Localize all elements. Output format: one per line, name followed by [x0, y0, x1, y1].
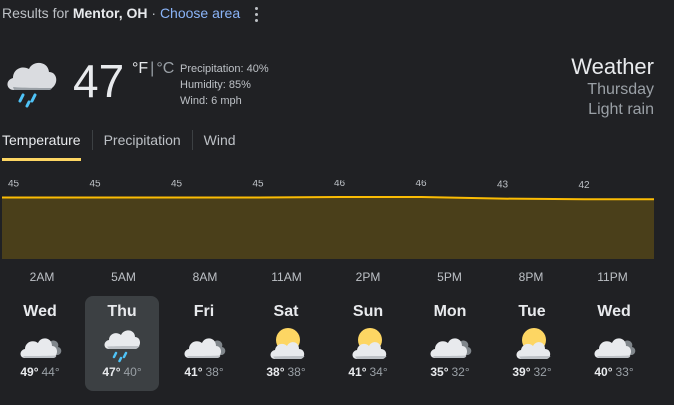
day-temps: 40° 33°	[577, 365, 651, 379]
sun-behind-cloud-icon	[346, 325, 390, 363]
low-temp: 34°	[369, 365, 388, 379]
results-prefix: Results for	[2, 5, 69, 21]
tab-wind[interactable]: Wind	[204, 130, 236, 158]
day-temps: 35° 32°	[413, 365, 487, 379]
low-temp: 32°	[533, 365, 552, 379]
day-name: Sat	[273, 303, 299, 320]
temperature-value-label: 46	[416, 180, 428, 189]
low-temp: 32°	[451, 365, 470, 379]
day-temps: 47° 40°	[85, 365, 159, 379]
day-card[interactable]: Sat 38° 38°	[249, 296, 323, 391]
partly-cloudy-icon	[592, 325, 636, 363]
day-name: Mon	[433, 303, 467, 320]
results-for-line: Results for Mentor, OH · Choose area	[2, 5, 240, 21]
tab-divider	[91, 130, 93, 150]
unit-toggle: °F | °C	[132, 60, 174, 78]
temperature-value-label: 45	[90, 180, 102, 190]
day-card[interactable]: Wed 40° 33°	[577, 296, 651, 391]
low-temp: 40°	[123, 365, 142, 379]
temperature-value-label: 45	[171, 180, 183, 190]
day-temps: 39° 32°	[495, 365, 569, 379]
sun-behind-cloud-icon	[264, 325, 308, 363]
separator-dot: ·	[151, 5, 157, 21]
day-name: Thu	[107, 303, 137, 320]
day-name: Fri	[193, 303, 215, 320]
current-temperature: 47	[73, 55, 125, 107]
temperature-area	[2, 197, 654, 259]
choose-area-link[interactable]: Choose area	[160, 5, 240, 21]
rain-cloud-icon	[100, 325, 144, 363]
wind-text: Wind: 6 mph	[180, 95, 242, 107]
high-temp: 40°	[594, 365, 613, 379]
high-temp: 49°	[20, 365, 39, 379]
tab-divider	[191, 130, 193, 150]
low-temp: 33°	[615, 365, 634, 379]
day-temps: 38° 38°	[249, 365, 323, 379]
sun-behind-cloud-icon	[510, 325, 554, 363]
tab-precipitation[interactable]: Precipitation	[104, 130, 181, 158]
rain-cloud-icon	[7, 62, 57, 108]
high-temp: 41°	[184, 365, 203, 379]
day-temps: 41° 38°	[167, 365, 241, 379]
partly-cloudy-icon	[182, 325, 226, 363]
fahrenheit-button[interactable]: °F	[132, 60, 148, 77]
hourly-temperature-chart: 45 2AM 45 5AM 45 8AM 45 11AM 46 2PM 46 5PM 43 8PM 42 11…	[2, 180, 654, 284]
day-card[interactable]: Tue 39° 32°	[495, 296, 569, 391]
precipitation-text: Precipitation: 40%	[180, 63, 269, 75]
current-details: Precipitation: 40% Humidity: 85% Wind: 6…	[180, 61, 269, 109]
forecast-tabs: Temperature Precipitation Wind	[2, 130, 236, 161]
day-name: Wed	[597, 303, 631, 320]
weather-title: Weather	[571, 54, 654, 79]
high-temp: 41°	[348, 365, 367, 379]
day-card[interactable]: Fri 41° 38°	[167, 296, 241, 391]
temperature-value-label: 43	[497, 180, 509, 191]
day-name: Wed	[23, 303, 57, 320]
high-temp: 35°	[430, 365, 449, 379]
more-options-icon[interactable]	[248, 3, 264, 25]
high-temp: 39°	[512, 365, 531, 379]
day-temps: 41° 34°	[331, 365, 405, 379]
celsius-button[interactable]: °C	[156, 60, 174, 77]
tab-temperature[interactable]: Temperature	[2, 130, 81, 161]
hour-label: 8AM	[193, 270, 218, 284]
hour-label: 5PM	[437, 270, 462, 284]
weather-summary: Weather Thursday Light rain	[571, 54, 654, 120]
day-card[interactable]: Sun 41° 34°	[331, 296, 405, 391]
unit-separator: |	[150, 60, 155, 77]
day-temps: 49° 44°	[3, 365, 77, 379]
high-temp: 47°	[102, 365, 121, 379]
temperature-value-label: 45	[253, 180, 265, 190]
humidity-text: Humidity: 85%	[180, 79, 251, 91]
temperature-value-label: 42	[579, 180, 591, 191]
weather-day: Thursday	[587, 81, 654, 98]
location-name: Mentor, OH	[72, 5, 148, 21]
hour-label: 2AM	[30, 270, 55, 284]
hour-label: 2PM	[356, 270, 381, 284]
day-name: Sun	[352, 303, 384, 320]
hour-label: 11AM	[271, 270, 301, 284]
temperature-value-label: 45	[8, 180, 20, 190]
day-card[interactable]: Wed 49° 44°	[3, 296, 77, 391]
partly-cloudy-icon	[428, 325, 472, 363]
high-temp: 38°	[266, 365, 285, 379]
day-card[interactable]: Mon 35° 32°	[413, 296, 487, 391]
day-name: Tue	[518, 303, 546, 320]
hour-label: 8PM	[519, 270, 544, 284]
day-card-selected[interactable]: Thu 47° 40°	[85, 296, 159, 391]
partly-cloudy-icon	[18, 325, 62, 363]
low-temp: 44°	[41, 365, 60, 379]
hour-label: 5AM	[111, 270, 136, 284]
hour-label: 11PM	[597, 270, 627, 284]
weather-condition: Light rain	[588, 101, 654, 118]
temperature-value-label: 46	[334, 180, 346, 189]
low-temp: 38°	[205, 365, 224, 379]
low-temp: 38°	[287, 365, 306, 379]
